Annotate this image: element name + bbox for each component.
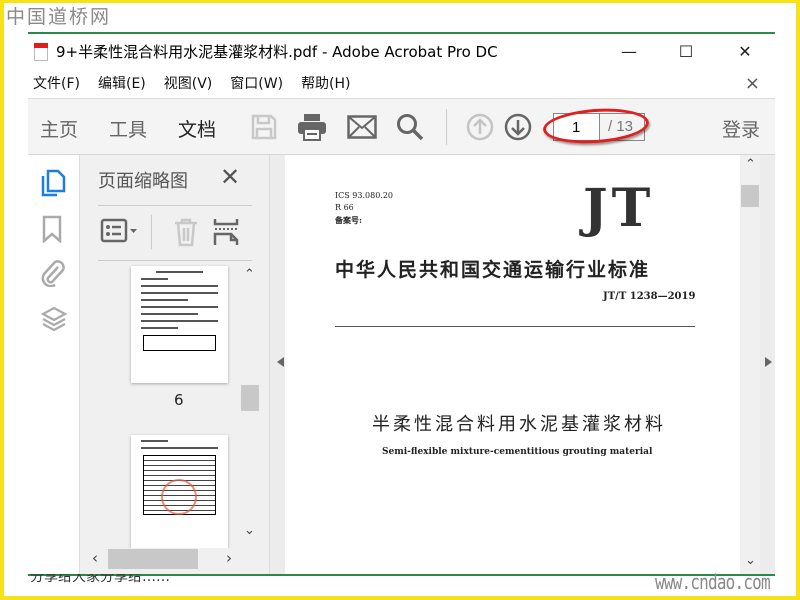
scroll-down-icon[interactable]: ⌄: [244, 523, 255, 538]
tab-home[interactable]: 主页: [40, 115, 78, 142]
title-bar: 9+半柔性混合料用水泥基灌浆材料.pdf - Adobe Acrobat Pro…: [28, 35, 775, 68]
record-number: 备案号:: [335, 215, 362, 225]
attachment-icon[interactable]: [40, 259, 66, 288]
collapse-left-icon[interactable]: [272, 357, 284, 367]
delete-page-icon[interactable]: [172, 217, 200, 251]
watermark: 中国道桥网: [6, 6, 112, 28]
close-document-button[interactable]: ×: [745, 73, 760, 94]
document-title-en: Semi-flexible mixture-cementitious grout…: [382, 447, 653, 457]
menu-view[interactable]: 视图(V): [164, 73, 213, 93]
standard-code: JT/T 1238—2019: [603, 291, 696, 302]
toolbar-separator: [446, 109, 447, 145]
page-thumbnail-7[interactable]: [131, 435, 228, 555]
close-panel-icon[interactable]: ✕: [220, 163, 240, 191]
save-icon[interactable]: [248, 111, 280, 143]
print-icon[interactable]: [296, 111, 328, 143]
search-icon[interactable]: [394, 111, 426, 143]
insert-page-icon[interactable]: [212, 217, 240, 251]
scroll-thumb[interactable]: [741, 185, 759, 207]
expand-right-icon[interactable]: [765, 357, 775, 367]
scroll-up-icon[interactable]: ⌃: [745, 157, 756, 172]
menu-help[interactable]: 帮助(H): [301, 73, 350, 93]
tab-tools[interactable]: 工具: [109, 115, 147, 142]
navigation-rail: [28, 155, 80, 575]
scroll-down-icon[interactable]: ⌄: [745, 553, 756, 568]
scroll-up-icon[interactable]: ⌃: [244, 267, 255, 282]
thumbnail-options-icon[interactable]: [100, 217, 140, 249]
divider: [335, 326, 695, 327]
bookmark-icon[interactable]: [40, 215, 66, 244]
toolbar: 主页 工具 文档 / 13 登录: [28, 98, 775, 160]
divider: [98, 260, 252, 261]
scroll-thumb[interactable]: [108, 549, 198, 569]
panel-title: 页面缩略图: [98, 171, 188, 192]
scroll-thumb[interactable]: [241, 385, 259, 411]
site-watermark: www.cndao.com: [655, 570, 771, 594]
jt-logo: JT: [583, 178, 655, 239]
window-title: 9+半柔性混合料用水泥基灌浆材料.pdf - Adobe Acrobat Pro…: [56, 43, 498, 61]
document-title-cn: 半柔性混合料用水泥基灌浆材料: [372, 414, 666, 435]
menu-window[interactable]: 窗口(W): [230, 73, 283, 93]
divider: [98, 205, 252, 206]
scroll-right-icon[interactable]: ›: [226, 549, 232, 567]
menu-bar: 文件(F) 编辑(E) 视图(V) 窗口(W) 帮助(H) ×: [28, 68, 775, 98]
thumbnail-page-label: 6: [174, 391, 184, 409]
page-thumbnail-6[interactable]: [131, 266, 228, 383]
previous-page-icon[interactable]: [464, 111, 496, 143]
separator: [151, 215, 152, 249]
page-thumbnails-icon[interactable]: [40, 169, 66, 197]
thumbnail-table: [143, 335, 216, 351]
thumbnail-scrollbar[interactable]: ⌃ ⌄: [240, 265, 260, 545]
email-icon[interactable]: [346, 111, 378, 143]
issuing-organization: 中华人民共和国交通运输行业标准: [335, 259, 651, 281]
pdf-page: ICS 93.080.20 R 66 备案号: JT 中华人民共和国交通运输行业…: [285, 155, 740, 575]
pdf-file-icon: [34, 42, 48, 61]
ics-code: ICS 93.080.20: [335, 191, 394, 200]
red-seal: [161, 479, 197, 515]
r-code: R 66: [335, 203, 354, 212]
menu-file[interactable]: 文件(F): [33, 73, 80, 93]
menu-edit[interactable]: 编辑(E): [98, 73, 146, 93]
thumbnail-horizontal-scrollbar[interactable]: ‹ ›: [88, 548, 240, 570]
document-view: ICS 93.080.20 R 66 备案号: JT 中华人民共和国交通运输行业…: [270, 155, 775, 575]
tab-document[interactable]: 文档: [178, 115, 217, 160]
layers-icon[interactable]: [40, 305, 68, 332]
scroll-left-icon[interactable]: ‹: [92, 549, 98, 567]
close-button[interactable]: ✕: [722, 35, 768, 68]
minimize-button[interactable]: —: [606, 35, 652, 68]
thumbnails-panel: 页面缩略图 ✕ 6 ⌃ ⌄ ‹ ›: [80, 155, 270, 575]
login-button[interactable]: 登录: [722, 115, 760, 142]
next-page-icon[interactable]: [502, 111, 534, 143]
divider: [28, 32, 775, 34]
document-scrollbar[interactable]: ⌃ ⌄: [740, 155, 760, 575]
maximize-button[interactable]: ☐: [663, 35, 709, 68]
acrobat-window: 9+半柔性混合料用水泥基灌浆材料.pdf - Adobe Acrobat Pro…: [28, 35, 775, 575]
